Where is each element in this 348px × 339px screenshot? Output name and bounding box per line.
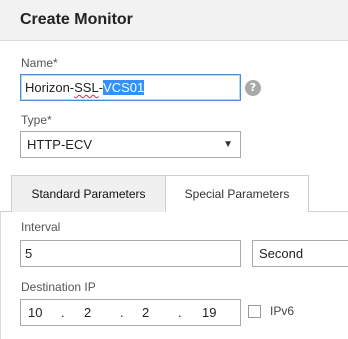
- help-icon[interactable]: ?: [245, 80, 261, 96]
- name-value-selected: VCS01: [103, 80, 145, 95]
- type-select[interactable]: HTTP-ECV ▼: [20, 131, 241, 158]
- interval-unit-select[interactable]: Second: [252, 240, 348, 267]
- dialog-title: Create Monitor: [20, 11, 133, 28]
- destination-ip-label: Destination IP: [21, 280, 96, 294]
- ip-separator-2: .: [120, 305, 124, 320]
- ip-separator-1: .: [61, 305, 65, 320]
- name-input[interactable]: Horizon-SSL-VCS01: [20, 74, 241, 101]
- dialog-header: Create Monitor: [0, 0, 348, 41]
- ip-octet-2[interactable]: 2: [84, 300, 91, 325]
- type-label: Type*: [21, 113, 52, 127]
- ip-octet-4[interactable]: 19: [202, 300, 216, 325]
- type-select-value: HTTP-ECV: [27, 137, 92, 152]
- interval-value: 5: [25, 246, 33, 261]
- interval-input[interactable]: 5: [20, 240, 241, 267]
- chevron-down-icon: ▼: [223, 139, 233, 150]
- ipv6-label: IPv6: [270, 304, 295, 318]
- ipv6-checkbox[interactable]: [248, 305, 261, 318]
- tab-standard-parameters[interactable]: Standard Parameters: [11, 175, 166, 212]
- panel-left-border: [0, 212, 1, 339]
- interval-label: Interval: [21, 220, 61, 234]
- tab-bar: Standard Parameters Special Parameters: [0, 175, 348, 212]
- ip-separator-3: .: [178, 305, 182, 320]
- name-value-misspelled: SSL: [74, 80, 99, 95]
- ip-octet-3[interactable]: 2: [142, 300, 149, 325]
- interval-unit-value: Second: [259, 246, 304, 261]
- name-label: Name*: [21, 56, 58, 70]
- tab-special-parameters[interactable]: Special Parameters: [166, 175, 309, 212]
- name-value-prefix: Horizon-: [25, 80, 75, 95]
- destination-ip-input[interactable]: 10 . 2 . 2 . 19: [20, 299, 241, 326]
- ip-octet-1[interactable]: 10: [28, 300, 42, 325]
